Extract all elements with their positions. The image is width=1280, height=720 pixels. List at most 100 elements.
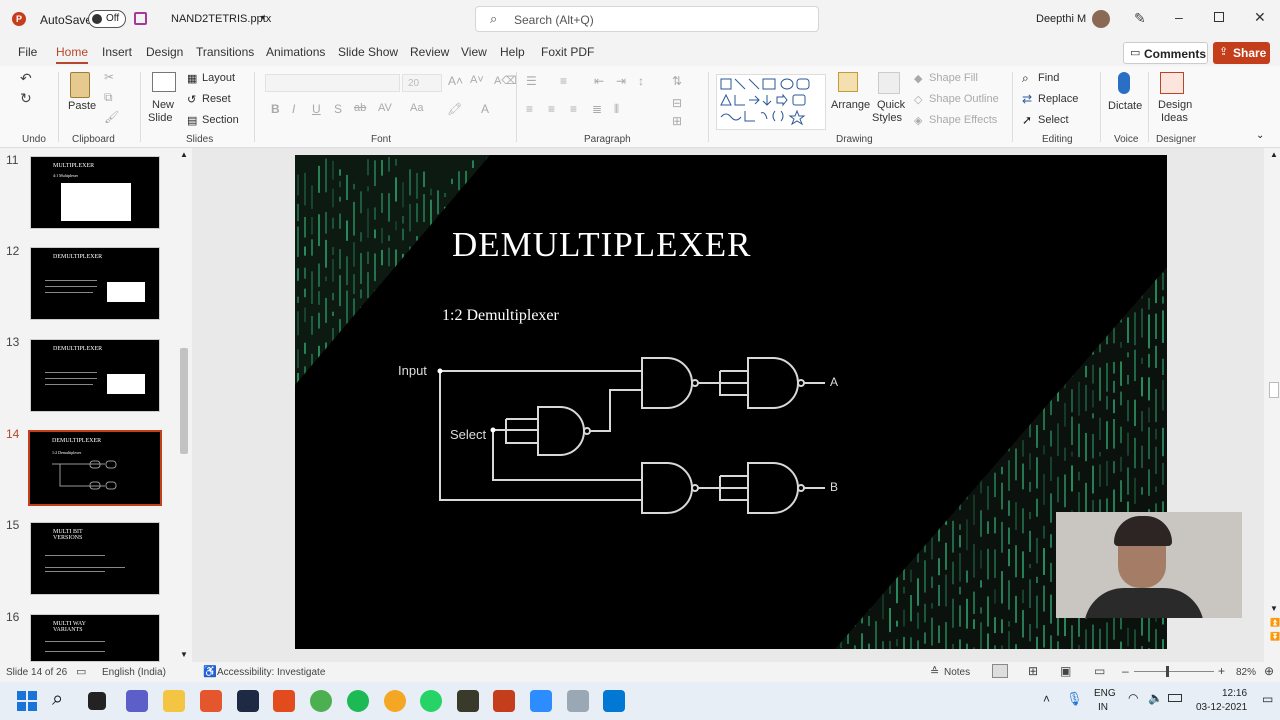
scroll-down-icon[interactable]: ▼ bbox=[180, 650, 188, 659]
scroll-down-icon[interactable]: ▼ bbox=[1270, 604, 1278, 613]
new-slide-label-2[interactable]: Slide bbox=[148, 112, 172, 124]
arrange-icon[interactable] bbox=[838, 72, 858, 92]
show-hidden-icons[interactable]: ˄ bbox=[1043, 692, 1050, 706]
tab-file[interactable]: File bbox=[18, 45, 37, 59]
shadow-icon[interactable]: S bbox=[334, 102, 342, 116]
zoom-slider[interactable] bbox=[1134, 666, 1214, 677]
tab-animations[interactable]: Animations bbox=[266, 45, 325, 59]
font-family-select[interactable] bbox=[265, 74, 400, 92]
normal-view-icon[interactable] bbox=[992, 664, 1008, 678]
tab-home[interactable]: Home bbox=[56, 45, 89, 64]
copy-icon[interactable]: ⧉ bbox=[104, 90, 113, 105]
line-spacing-icon[interactable]: ↕ bbox=[638, 74, 644, 88]
design-ideas-label-1[interactable]: Design bbox=[1158, 99, 1192, 111]
shape-effects-button[interactable]: Shape Effects bbox=[929, 114, 997, 126]
smartart-icon[interactable]: ⊞ bbox=[672, 114, 682, 128]
language-indicator-2[interactable]: IN bbox=[1098, 702, 1108, 713]
microphone-icon[interactable] bbox=[1118, 72, 1130, 94]
language-indicator-1[interactable]: ENG bbox=[1094, 688, 1116, 699]
autosave-toggle[interactable]: Off bbox=[88, 10, 126, 28]
zoom-in-icon[interactable]: + bbox=[1218, 664, 1225, 678]
slideshow-icon[interactable]: ▭ bbox=[1094, 664, 1105, 678]
slide-title[interactable]: DEMULTIPLEXER bbox=[452, 225, 751, 265]
comments-button[interactable]: ▭ Comments bbox=[1123, 42, 1208, 64]
shrink-font-icon[interactable]: A˅ bbox=[470, 74, 484, 86]
zoom-slider-thumb[interactable] bbox=[1166, 666, 1169, 677]
close-icon[interactable]: ✕ bbox=[1254, 9, 1266, 26]
align-center-icon[interactable]: ≡ bbox=[548, 102, 555, 116]
arrange-button[interactable]: Arrange bbox=[831, 99, 870, 111]
layout-button[interactable]: Layout bbox=[202, 72, 235, 84]
avatar[interactable] bbox=[1092, 10, 1110, 28]
quick-styles-icon[interactable] bbox=[878, 72, 900, 94]
tab-slide-show[interactable]: Slide Show bbox=[338, 45, 398, 59]
chrome-icon[interactable] bbox=[310, 690, 332, 712]
dictate-button[interactable]: Dictate bbox=[1108, 100, 1142, 112]
align-text-icon[interactable]: ⊟ bbox=[672, 96, 682, 110]
clock-date[interactable]: 03-12-2021 bbox=[1196, 702, 1247, 713]
spotify-icon[interactable] bbox=[347, 690, 369, 712]
text-direction-icon[interactable]: ⇅ bbox=[672, 74, 682, 88]
editor-scrollbar[interactable]: ▲ ▼ ⏫ ⏬ bbox=[1268, 148, 1280, 662]
vscode-icon[interactable] bbox=[603, 690, 625, 712]
slide-subtitle[interactable]: 1:2 Demultiplexer bbox=[442, 307, 559, 325]
bold-icon[interactable]: B bbox=[271, 102, 280, 116]
clock-time[interactable]: 12:16 bbox=[1222, 688, 1247, 699]
search-box[interactable]: ⌕ Search (Alt+Q) bbox=[475, 6, 819, 32]
tab-view[interactable]: View bbox=[461, 45, 487, 59]
scroll-up-icon[interactable]: ▲ bbox=[180, 150, 188, 159]
slide-sorter-icon[interactable]: ⊞ bbox=[1028, 664, 1038, 678]
notes-icon[interactable]: ≙ bbox=[930, 665, 939, 678]
task-view-icon[interactable] bbox=[88, 692, 106, 710]
scrollbar-thumb[interactable] bbox=[180, 348, 188, 454]
shapes-gallery[interactable] bbox=[716, 74, 826, 130]
grow-font-icon[interactable]: A˄ bbox=[448, 74, 463, 88]
office-icon[interactable] bbox=[273, 690, 295, 712]
font-size-select[interactable]: 20 bbox=[402, 74, 442, 92]
slide-thumbnail[interactable]: MULTIPLEXER 4:1 Multiplexer bbox=[30, 156, 160, 229]
slide-thumbnail[interactable]: DEMULTIPLEXER bbox=[30, 339, 160, 412]
format-painter-icon[interactable]: 🖌 bbox=[104, 110, 119, 124]
align-left-icon[interactable]: ≡ bbox=[526, 102, 533, 116]
underline-icon[interactable]: U bbox=[312, 102, 321, 116]
store-icon[interactable] bbox=[200, 690, 222, 712]
char-spacing-icon[interactable]: AV bbox=[378, 102, 392, 114]
find-button[interactable]: Find bbox=[1038, 72, 1059, 84]
change-case-icon[interactable]: Aa bbox=[410, 102, 423, 114]
design-ideas-label-2[interactable]: Ideas bbox=[1161, 112, 1188, 124]
user-name[interactable]: Deepthi M bbox=[1036, 13, 1086, 25]
spelling-icon[interactable]: ▭ bbox=[76, 665, 86, 678]
mic-tray-icon[interactable]: 🎙 bbox=[1066, 691, 1083, 707]
strikethrough-icon[interactable]: ab bbox=[354, 102, 366, 114]
shape-fill-button[interactable]: Shape Fill bbox=[929, 72, 978, 84]
paste-icon[interactable] bbox=[70, 72, 90, 98]
powerpoint-taskbar-icon[interactable] bbox=[493, 690, 515, 712]
tab-transitions[interactable]: Transitions bbox=[196, 45, 254, 59]
battery-icon[interactable] bbox=[1168, 694, 1182, 702]
slide-thumbnail-active[interactable]: DEMULTIPLEXER 1:2 Demultiplexer bbox=[28, 430, 162, 506]
undo-icon[interactable]: ↶ bbox=[20, 70, 32, 87]
accessibility-icon[interactable]: ♿ bbox=[203, 665, 217, 678]
slide-thumbnail[interactable]: MULTI WAY VARIANTS bbox=[30, 614, 160, 662]
blender-icon[interactable] bbox=[384, 690, 406, 712]
new-slide-icon[interactable] bbox=[152, 72, 176, 92]
accessibility-status[interactable]: Accessibility: Investigate bbox=[217, 667, 325, 678]
redo-icon[interactable]: ↻ bbox=[20, 90, 32, 107]
fit-to-window-icon[interactable]: ⊕ bbox=[1264, 664, 1274, 678]
highlight-icon[interactable]: 🖍 bbox=[447, 102, 462, 116]
quick-styles-label-1[interactable]: Quick bbox=[877, 99, 905, 111]
reading-view-icon[interactable]: ▣ bbox=[1060, 664, 1071, 678]
notifications-icon[interactable]: ▭ bbox=[1262, 692, 1273, 706]
select-button[interactable]: Select bbox=[1038, 114, 1069, 126]
section-button[interactable]: Section bbox=[202, 114, 239, 126]
tab-design[interactable]: Design bbox=[146, 45, 183, 59]
language-status[interactable]: English (India) bbox=[102, 667, 166, 678]
current-slide[interactable]: DEMULTIPLEXER 1:2 Demultiplexer Input Se… bbox=[295, 155, 1167, 649]
dev-app-icon[interactable] bbox=[237, 690, 259, 712]
restore-icon[interactable] bbox=[1214, 12, 1224, 22]
whatsapp-icon[interactable] bbox=[420, 690, 442, 712]
windows-start-icon[interactable] bbox=[16, 690, 38, 712]
prev-slide-icon[interactable]: ⏫ bbox=[1270, 618, 1280, 627]
replace-button[interactable]: Replace bbox=[1038, 93, 1078, 105]
reset-button[interactable]: Reset bbox=[202, 93, 231, 105]
